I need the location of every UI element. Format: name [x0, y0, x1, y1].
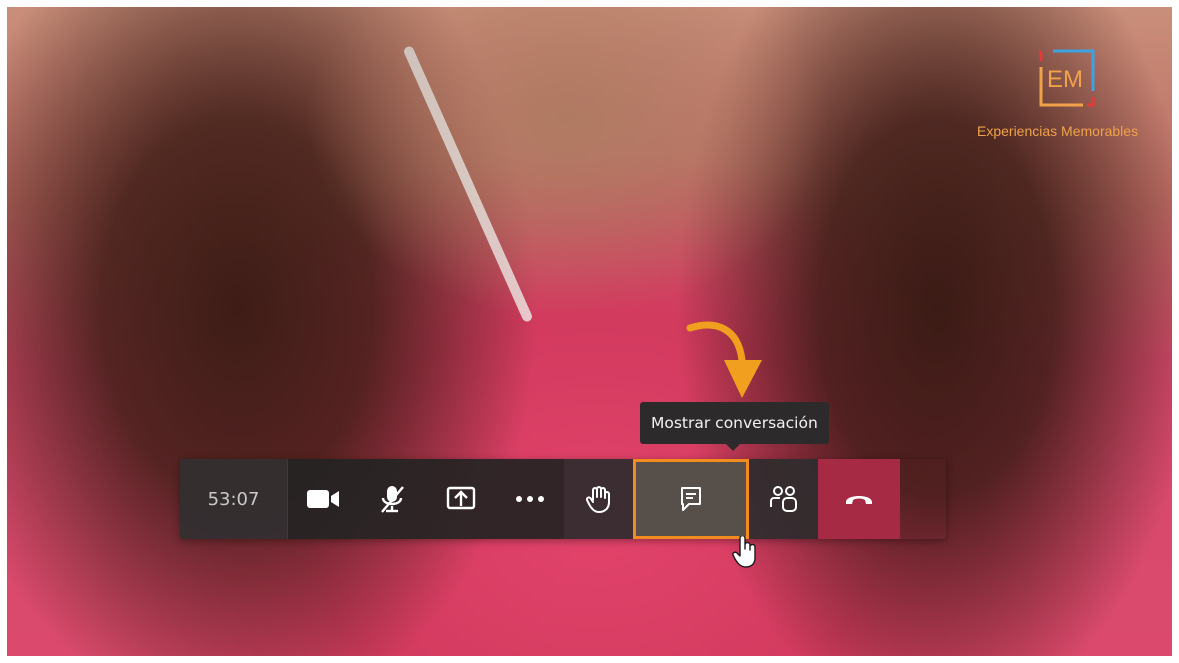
- earphone-wire: [402, 44, 534, 324]
- show-conversation-button[interactable]: [633, 459, 749, 539]
- meeting-toolbar: 53:07: [180, 459, 946, 539]
- hang-up-icon: [846, 496, 872, 504]
- more-options-button[interactable]: [495, 459, 564, 539]
- microphone-muted-icon: [380, 486, 404, 513]
- media-controls: [288, 459, 564, 539]
- raise-hand-icon: [585, 486, 610, 513]
- chat-icon: [681, 487, 701, 511]
- brand-name: Experiencias Memorables: [977, 123, 1139, 139]
- share-screen-button[interactable]: [426, 459, 495, 539]
- tooltip-show-conversation: Mostrar conversación: [640, 402, 829, 451]
- camera-button[interactable]: [288, 459, 357, 539]
- hang-up-button[interactable]: [818, 459, 900, 539]
- video-feed: EM Experiencias Memorables: [7, 7, 1172, 656]
- annotation-arrow-icon: [686, 321, 762, 398]
- microphone-button[interactable]: [357, 459, 426, 539]
- raise-hand-button[interactable]: [564, 459, 633, 539]
- hand-pointer-cursor-icon: [732, 536, 756, 568]
- collaboration-controls: [564, 459, 900, 539]
- brand-logo: EM: [1039, 49, 1095, 107]
- video-camera-icon: [306, 490, 339, 508]
- participants-icon: [769, 486, 797, 512]
- share-screen-icon: [446, 486, 475, 510]
- more-options-icon: [515, 496, 544, 502]
- participants-button[interactable]: [749, 459, 818, 539]
- call-timer: 53:07: [180, 459, 288, 539]
- svg-text:EM: EM: [1047, 66, 1083, 93]
